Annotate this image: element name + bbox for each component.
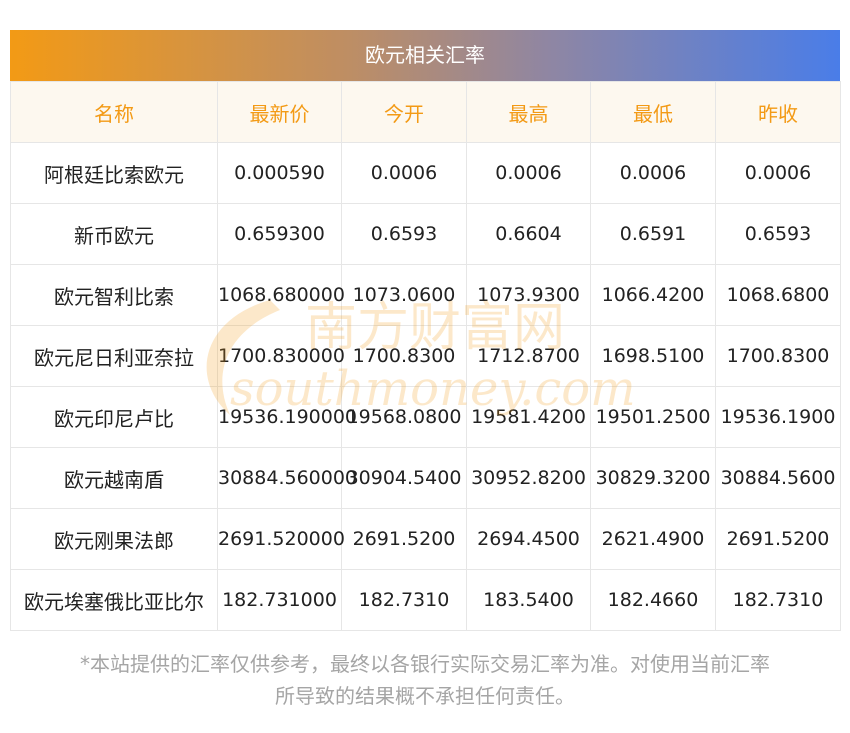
disclaimer-line-2: 所导致的结果概不承担任何责任。 [275,684,575,708]
high-price: 183.5400 [466,569,591,631]
table-row: 欧元刚果法郎 2691.520000 2691.5200 2694.4500 2… [10,508,841,570]
low-price: 2621.4900 [590,508,716,570]
high-price: 2694.4500 [466,508,591,570]
latest-price: 1700.830000 [217,325,345,387]
currency-pair-name: 欧元越南盾 [10,447,218,509]
currency-pair-name: 欧元尼日利亚奈拉 [10,325,218,387]
table-row: 阿根廷比索欧元 0.000590 0.0006 0.0006 0.0006 0.… [10,142,841,204]
latest-price: 2691.520000 [217,508,345,570]
table-row: 新币欧元 0.659300 0.6593 0.6604 0.6591 0.659… [10,203,841,265]
latest-price: 19536.190000 [217,386,357,448]
prev-close-price: 2691.5200 [715,508,841,570]
currency-pair-name: 欧元智利比索 [10,264,218,326]
latest-price: 1068.680000 [217,264,345,326]
open-price: 2691.5200 [341,508,467,570]
open-price: 182.7310 [341,569,467,631]
prev-close-price: 1700.8300 [715,325,841,387]
col-header-latest: 最新价 [217,81,342,143]
currency-pair-name: 新币欧元 [10,203,218,265]
table-row: 欧元埃塞俄比亚比尔 182.731000 182.7310 183.5400 1… [10,569,841,631]
currency-pair-name: 阿根廷比索欧元 [10,142,218,204]
currency-pair-name: 欧元埃塞俄比亚比尔 [10,569,218,631]
high-price: 19581.4200 [466,386,591,448]
currency-pair-name: 欧元印尼卢比 [10,386,218,448]
open-price: 30904.5400 [341,447,467,509]
prev-close-price: 0.6593 [715,203,841,265]
low-price: 0.0006 [590,142,716,204]
high-price: 1712.8700 [466,325,591,387]
latest-price: 182.731000 [217,569,342,631]
open-price: 0.6593 [341,203,467,265]
high-price: 0.0006 [466,142,591,204]
open-price: 19568.0800 [341,386,467,448]
high-price: 0.6604 [466,203,591,265]
col-header-high: 最高 [466,81,591,143]
col-header-name: 名称 [10,81,218,143]
prev-close-price: 30884.5600 [715,447,841,509]
prev-close-price: 0.0006 [715,142,841,204]
col-header-low: 最低 [590,81,716,143]
low-price: 19501.2500 [590,386,716,448]
table-row: 欧元尼日利亚奈拉 1700.830000 1700.8300 1712.8700… [10,325,841,387]
prev-close-price: 1068.6800 [715,264,841,326]
prev-close-price: 182.7310 [715,569,841,631]
high-price: 30952.8200 [466,447,591,509]
low-price: 1066.4200 [590,264,716,326]
latest-price: 0.659300 [217,203,342,265]
low-price: 1698.5100 [590,325,716,387]
low-price: 0.6591 [590,203,716,265]
open-price: 0.0006 [341,142,467,204]
rate-table: 名称 最新价 今开 最高 最低 昨收 阿根廷比索欧元 0.000590 0.00… [10,81,841,631]
low-price: 30829.3200 [590,447,716,509]
open-price: 1073.0600 [341,264,467,326]
disclaimer-note: *本站提供的汇率仅供参考，最终以各银行实际交易汇率为准。对使用当前汇率 所导致的… [0,648,850,712]
latest-price: 0.000590 [217,142,342,204]
open-price: 1700.8300 [341,325,467,387]
currency-pair-name: 欧元刚果法郎 [10,508,218,570]
prev-close-price: 19536.1900 [715,386,841,448]
table-row: 欧元智利比索 1068.680000 1073.0600 1073.9300 1… [10,264,841,326]
high-price: 1073.9300 [466,264,591,326]
col-header-prev-close: 昨收 [715,81,841,143]
latest-price: 30884.560000 [217,447,357,509]
table-header-row: 名称 最新价 今开 最高 最低 昨收 [10,81,841,143]
table-row: 欧元印尼卢比 19536.190000 19568.0800 19581.420… [10,386,841,448]
table-title: 欧元相关汇率 [10,30,840,81]
disclaimer-line-1: *本站提供的汇率仅供参考，最终以各银行实际交易汇率为准。对使用当前汇率 [80,652,770,676]
col-header-open: 今开 [341,81,467,143]
table-row: 欧元越南盾 30884.560000 30904.5400 30952.8200… [10,447,841,509]
low-price: 182.4660 [590,569,716,631]
